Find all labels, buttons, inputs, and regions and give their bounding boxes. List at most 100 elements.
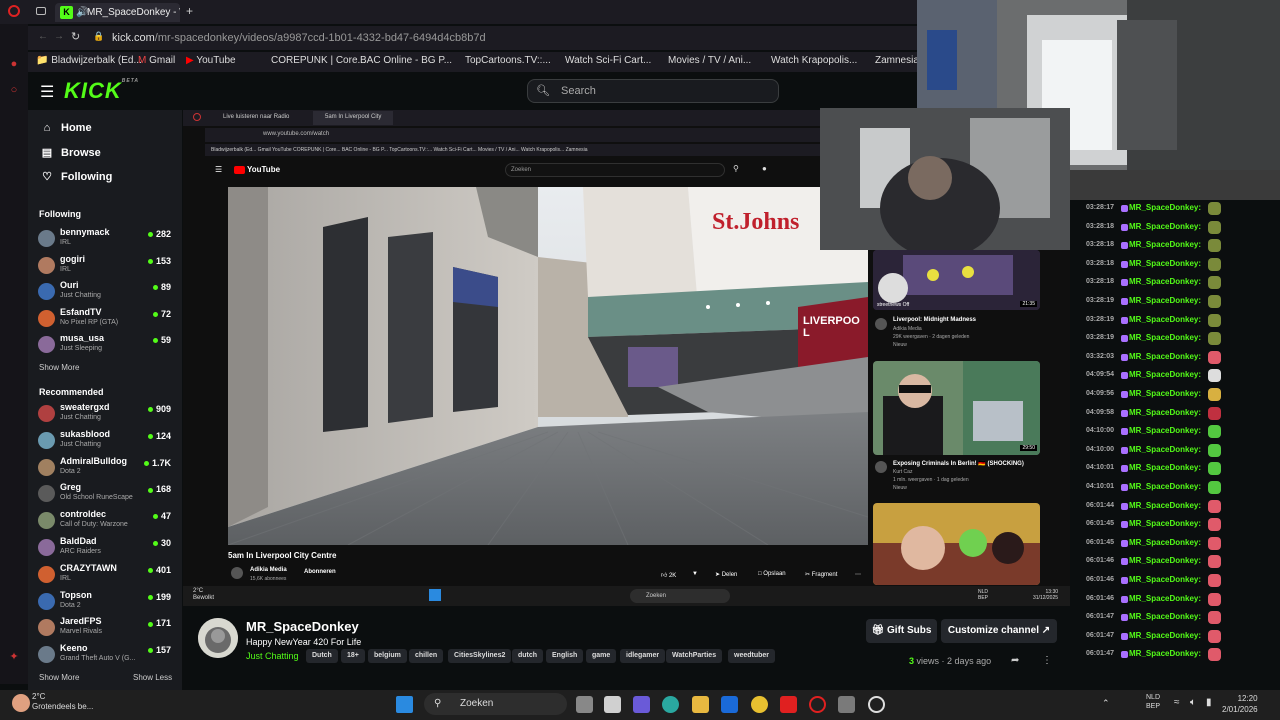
- speed-dial-icon[interactable]: ●: [7, 58, 21, 72]
- settings-icon[interactable]: [868, 696, 885, 713]
- stream-tag[interactable]: 18+: [341, 649, 365, 663]
- teams-icon[interactable]: [633, 696, 650, 713]
- stream-tag[interactable]: chillen: [409, 649, 444, 663]
- sidebar-channel[interactable]: CRAZYTAWN IRL 401: [38, 563, 174, 589]
- stream-tag[interactable]: idlegamer: [620, 649, 666, 663]
- chat-username[interactable]: MR_SpaceDonkey:: [1129, 277, 1201, 286]
- show-more-button[interactable]: Show More: [39, 363, 79, 372]
- youtube-app-icon[interactable]: [780, 696, 797, 713]
- bookmark-item[interactable]: M Gmail: [138, 55, 175, 66]
- bookmark-item[interactable]: COREPUNK | Core...: [271, 55, 366, 66]
- sidebar-channel[interactable]: JaredFPS Marvel Rivals 171: [38, 616, 174, 642]
- chat-username[interactable]: MR_SpaceDonkey:: [1129, 612, 1201, 621]
- chat-username[interactable]: MR_SpaceDonkey:: [1129, 240, 1201, 249]
- stream-tag[interactable]: Dutch: [306, 649, 338, 663]
- bookmark-item[interactable]: Watch Sci-Fi Cart...: [565, 55, 651, 66]
- chat-username[interactable]: MR_SpaceDonkey:: [1129, 649, 1201, 658]
- sidebar-channel[interactable]: sukasblood Just Chatting 124: [38, 429, 174, 455]
- sidebar-channel[interactable]: BaldDad ARC Raiders 30: [38, 536, 174, 562]
- wifi-icon[interactable]: ≈: [1174, 697, 1180, 708]
- bookmark-item[interactable]: 📁 Bladwijzerbalk (Ed...: [36, 55, 142, 66]
- chat-username[interactable]: MR_SpaceDonkey:: [1129, 501, 1201, 510]
- sidebar-channel[interactable]: bennymack IRL 282: [38, 227, 174, 253]
- chat-username[interactable]: MR_SpaceDonkey:: [1129, 259, 1201, 268]
- search-input[interactable]: 🔍︎ Search: [527, 79, 779, 103]
- weather-icon[interactable]: [12, 694, 30, 712]
- chat-username[interactable]: MR_SpaceDonkey:: [1129, 352, 1201, 361]
- show-more-button[interactable]: Show More: [39, 673, 79, 682]
- battery-icon[interactable]: ▮: [1206, 697, 1212, 708]
- language-indicator[interactable]: NLD BEP: [1146, 693, 1160, 711]
- task-view-icon[interactable]: [576, 696, 593, 713]
- sidebar-channel[interactable]: AdmiralBulldog Dota 2 1.7K: [38, 456, 174, 482]
- sidebar-channel[interactable]: Greg Old School RuneScape 168: [38, 482, 174, 508]
- stream-tag[interactable]: weedtuber: [728, 649, 776, 663]
- sidebar-channel[interactable]: sweatergxd Just Chatting 909: [38, 402, 174, 428]
- edge-icon[interactable]: [662, 696, 679, 713]
- chat-username[interactable]: MR_SpaceDonkey:: [1129, 594, 1201, 603]
- stream-tag[interactable]: dutch: [512, 649, 544, 663]
- forward-icon[interactable]: →: [54, 31, 64, 42]
- chat-username[interactable]: MR_SpaceDonkey:: [1129, 333, 1201, 342]
- sidebar-channel[interactable]: musa_usa Just Sleeping 59: [38, 333, 174, 359]
- sidebar-channel[interactable]: gogiri IRL 153: [38, 254, 174, 280]
- nav-home[interactable]: ⌂ Home: [39, 122, 92, 134]
- chat-username[interactable]: MR_SpaceDonkey:: [1129, 463, 1201, 472]
- outlook-icon[interactable]: [721, 696, 738, 713]
- sidebar-channel[interactable]: Ouri Just Chatting 89: [38, 280, 174, 306]
- chat-username[interactable]: MR_SpaceDonkey:: [1129, 519, 1201, 528]
- bookmark-item[interactable]: Movies / TV / Ani...: [668, 55, 751, 66]
- chevron-up-icon[interactable]: ⌃: [1102, 698, 1110, 709]
- more-options-icon[interactable]: ⋮: [1042, 655, 1052, 666]
- store-icon[interactable]: [604, 696, 621, 713]
- bookmark-item[interactable]: TopCartoons.TV::...: [465, 55, 551, 66]
- stream-category[interactable]: Just Chatting: [246, 651, 299, 661]
- stream-tag[interactable]: game: [586, 649, 617, 663]
- opera-icon[interactable]: [8, 5, 20, 17]
- chat-username[interactable]: MR_SpaceDonkey:: [1129, 482, 1201, 491]
- chat-username[interactable]: MR_SpaceDonkey:: [1129, 556, 1201, 565]
- show-less-button[interactable]: Show Less: [133, 673, 172, 682]
- streamer-name[interactable]: MR_SpaceDonkey: [246, 619, 359, 634]
- nav-browse[interactable]: ▤ Browse: [39, 146, 101, 159]
- share-icon[interactable]: ➦: [1011, 655, 1019, 666]
- chat-username[interactable]: MR_SpaceDonkey:: [1129, 445, 1201, 454]
- chat-username[interactable]: MR_SpaceDonkey:: [1129, 315, 1201, 324]
- customize-channel-button[interactable]: Customize channel ↗: [941, 619, 1057, 643]
- sidebar-channel[interactable]: controldec Call of Duty: Warzone 47: [38, 509, 174, 535]
- video-frame[interactable]: St.Johns LIVERPOOL: [228, 187, 868, 545]
- chat-username[interactable]: MR_SpaceDonkey:: [1129, 538, 1201, 547]
- sidebar-channel[interactable]: Keeno Grand Theft Auto V (G... 157: [38, 643, 174, 669]
- kick-logo[interactable]: KICKBETA: [64, 78, 139, 104]
- chat-username[interactable]: MR_SpaceDonkey:: [1129, 222, 1201, 231]
- stream-tag[interactable]: CitiesSkylines2: [448, 649, 512, 663]
- chat-username[interactable]: MR_SpaceDonkey:: [1129, 296, 1201, 305]
- extensions-icon[interactable]: ✦: [7, 650, 21, 664]
- gift-subs-button[interactable]: 🎁︎ Gift Subs: [866, 619, 937, 643]
- nav-following[interactable]: ♡ Following: [39, 170, 112, 183]
- browser-tab-active[interactable]: K 🔊 MR_SpaceDonkey - W: [55, 3, 180, 22]
- stream-tag[interactable]: WatchParties: [666, 649, 723, 663]
- bookmark-item[interactable]: Watch Krapopolis...: [771, 55, 857, 66]
- windows-start-icon[interactable]: [396, 696, 413, 713]
- menu-icon[interactable]: ☰: [40, 82, 54, 102]
- file-explorer-icon[interactable]: [692, 696, 709, 713]
- chat-username[interactable]: MR_SpaceDonkey:: [1129, 408, 1201, 417]
- weather-widget[interactable]: 2°C Grotendeels be...: [32, 692, 93, 712]
- new-tab-button[interactable]: +: [186, 4, 193, 18]
- stream-tag[interactable]: English: [546, 649, 584, 663]
- history-icon[interactable]: ○: [7, 84, 21, 98]
- chrome-icon[interactable]: [751, 696, 768, 713]
- chat-username[interactable]: MR_SpaceDonkey:: [1129, 389, 1201, 398]
- opera-taskbar-icon[interactable]: [809, 696, 826, 713]
- chat-username[interactable]: MR_SpaceDonkey:: [1129, 370, 1201, 379]
- speaker-icon[interactable]: 🔊: [76, 3, 88, 22]
- calculator-icon[interactable]: [838, 696, 855, 713]
- back-icon[interactable]: ←: [38, 31, 48, 42]
- bookmark-item[interactable]: BAC Online - BG P...: [360, 55, 452, 66]
- taskbar-search[interactable]: ⚲ Zoeken: [424, 693, 567, 715]
- workspaces-icon[interactable]: [36, 7, 46, 15]
- bookmark-item[interactable]: ▶ YouTube: [186, 55, 236, 66]
- url-field[interactable]: kick.com/mr-spacedonkey/videos/a9987ccd-…: [112, 32, 486, 44]
- volume-icon[interactable]: 🔈︎: [1190, 697, 1196, 708]
